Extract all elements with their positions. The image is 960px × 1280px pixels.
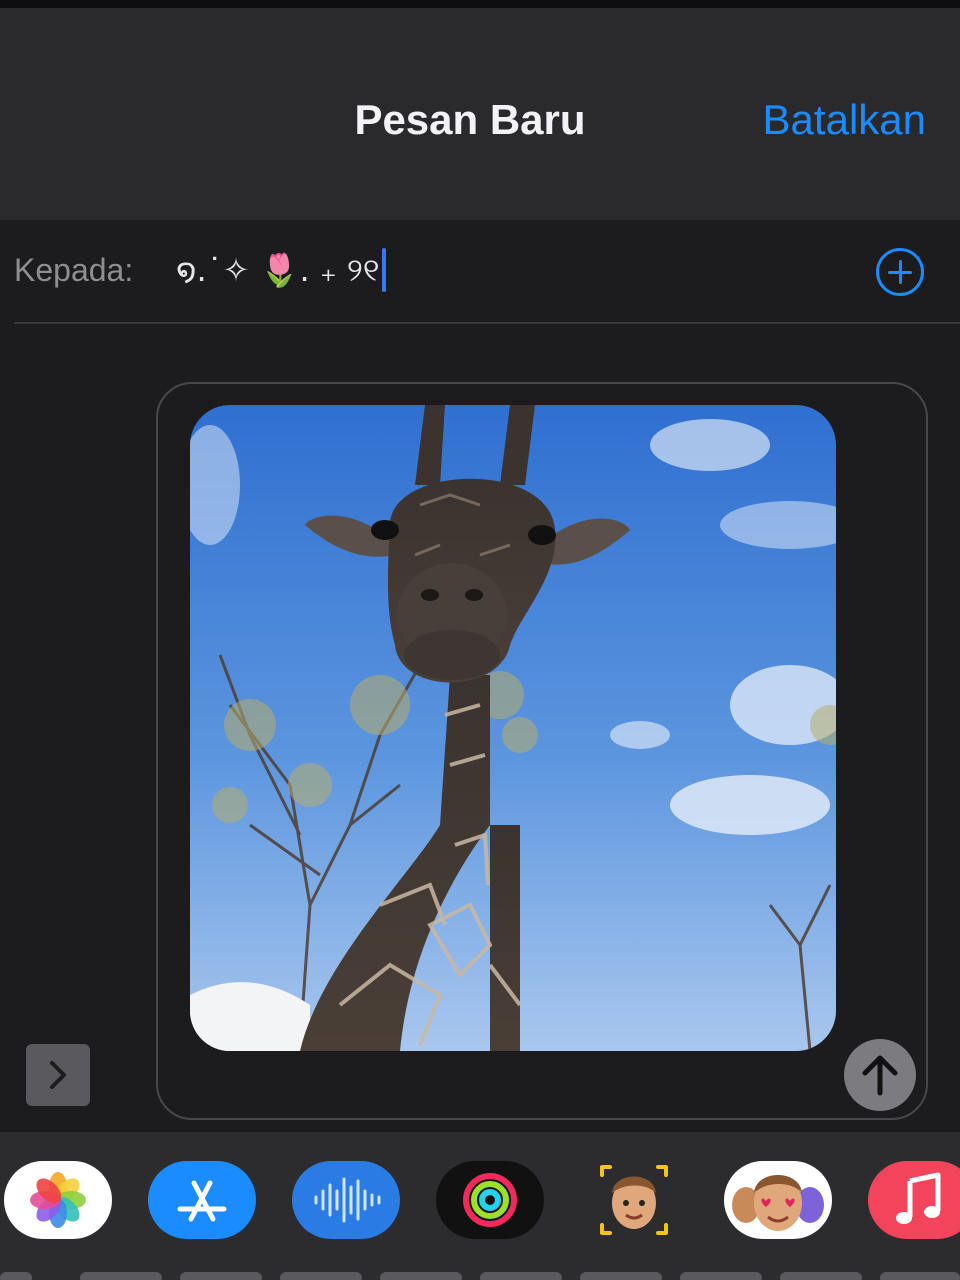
keyboard-key-hint — [280, 1272, 362, 1280]
audio-message-app-button[interactable] — [292, 1161, 400, 1239]
memoji-app-button[interactable] — [580, 1161, 688, 1239]
keyboard-key-hint — [480, 1272, 562, 1280]
chevron-right-icon — [50, 1061, 66, 1089]
audio-waveform-icon — [314, 1177, 381, 1223]
keyboard-key-hint — [80, 1272, 162, 1280]
keyboard-key-hint — [0, 1272, 32, 1280]
giraffe-photo — [190, 405, 836, 1051]
navigation-bar: Pesan Baru Batalkan — [0, 8, 960, 220]
keyboard-key-hint — [380, 1272, 462, 1280]
recipient-row: Kepada: ໑.˙✧ 🌷. ₊ ୨୧ — [0, 220, 960, 324]
status-strip — [0, 0, 960, 8]
cancel-button[interactable]: Batalkan — [763, 96, 926, 144]
text-caret — [381, 248, 386, 292]
expand-apps-button[interactable] — [26, 1044, 90, 1106]
plus-circle-icon[interactable] — [876, 248, 924, 296]
music-note-icon — [896, 1172, 941, 1224]
recipient-label: Kepada: — [14, 252, 134, 288]
music-app-button[interactable] — [868, 1161, 960, 1239]
activity-rings-icon — [463, 1173, 517, 1227]
activity-app-button[interactable] — [436, 1161, 544, 1239]
send-button[interactable] — [844, 1039, 916, 1111]
app-store-app-button[interactable] — [148, 1161, 256, 1239]
keyboard-key-hint — [680, 1272, 762, 1280]
keyboard-key-hint — [180, 1272, 262, 1280]
app-store-icon — [177, 1180, 227, 1222]
arrow-up-icon — [862, 1055, 898, 1096]
photos-app-button[interactable] — [4, 1161, 112, 1239]
photos-icon — [30, 1172, 86, 1228]
recipient-text: ໑.˙✧ 🌷. ₊ ୨୧ — [176, 250, 380, 289]
recipient-input[interactable]: ໑.˙✧ 🌷. ₊ ୨୧ — [176, 248, 386, 292]
keyboard-key-hint — [880, 1272, 960, 1280]
keyboard-key-hint — [780, 1272, 862, 1280]
memoji-icon — [600, 1165, 668, 1235]
memoji-stickers-icon — [732, 1175, 824, 1231]
memoji-stickers-app-button[interactable] — [724, 1161, 832, 1239]
photo-attachment[interactable] — [190, 405, 836, 1051]
keyboard-key-hint — [580, 1272, 662, 1280]
